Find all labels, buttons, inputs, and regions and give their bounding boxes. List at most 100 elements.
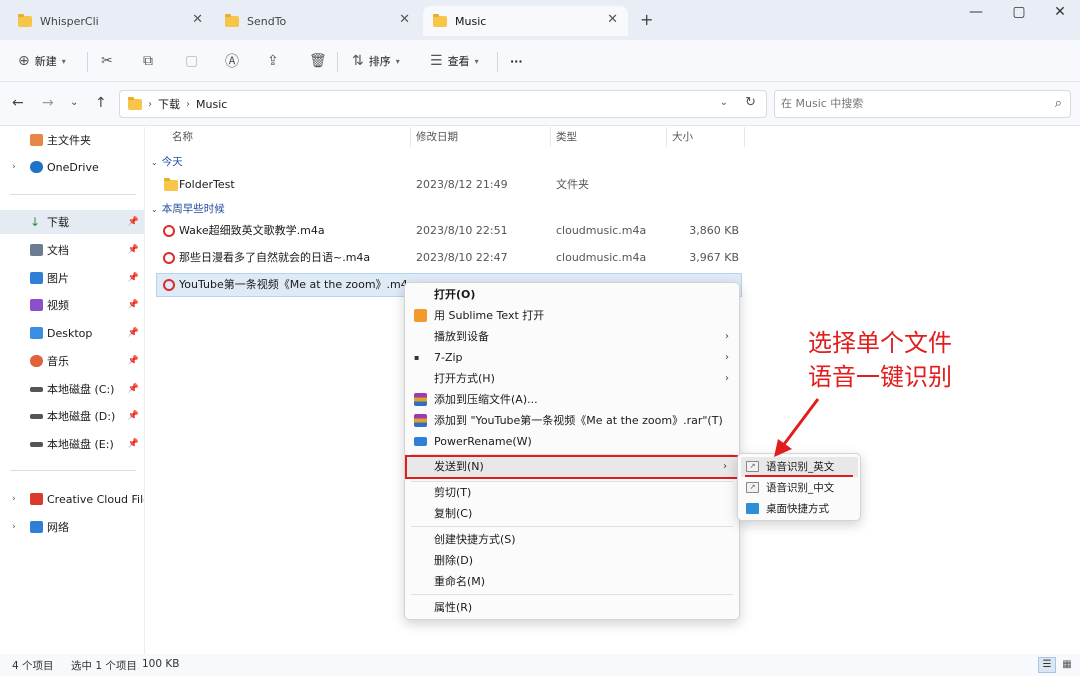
sidebar-item-videos[interactable]: 视频 📌 <box>0 293 144 317</box>
copy-button[interactable]: ⧉ <box>143 48 153 74</box>
picture-icon <box>30 272 43 284</box>
submenu-item-label: 语音识别_中文 <box>766 482 835 494</box>
column-header-modified[interactable]: 修改日期 <box>416 127 458 147</box>
sort-button[interactable]: ⇅ 排序 ▾ <box>352 48 400 74</box>
column-header-type[interactable]: 类型 <box>556 127 577 147</box>
sidebar-item-label: 图片 <box>47 272 69 285</box>
sidebar-item-creative-cloud[interactable]: › Creative Cloud Files <box>0 487 144 511</box>
close-window-button[interactable]: ✕ <box>1050 4 1070 20</box>
sidebar-item-downloads[interactable]: ↓ 下载 📌 <box>0 210 144 234</box>
forward-arrow-icon[interactable]: → <box>42 95 54 111</box>
column-header-name[interactable]: 名称 <box>172 127 193 147</box>
maximize-button[interactable]: ▢ <box>1009 4 1029 20</box>
menu-item-cut[interactable]: 剪切(T) <box>405 482 739 503</box>
sidebar-item-drive-e[interactable]: 本地磁盘 (E:) 📌 <box>0 432 144 456</box>
menu-item-label: PowerRename(W) <box>434 435 532 448</box>
menu-item-properties[interactable]: 属性(R) <box>405 597 739 618</box>
sidebar-item-drive-c[interactable]: 本地磁盘 (C:) 📌 <box>0 377 144 401</box>
download-icon: ↓ <box>30 215 41 229</box>
address-dropdown-icon[interactable]: ⌄ <box>720 97 728 108</box>
more-button[interactable]: ··· <box>510 48 523 74</box>
minimize-button[interactable]: — <box>966 4 986 20</box>
plus-circle-icon: ⊕ <box>18 53 30 69</box>
sidebar-item-drive-d[interactable]: 本地磁盘 (D:) 📌 <box>0 404 144 428</box>
tiles-view-icon[interactable]: ▦ <box>1058 657 1076 673</box>
sidebar-item-label: 主文件夹 <box>47 134 91 147</box>
context-menu: 打开(O) 用 Sublime Text 打开 播放到设备 › ▪ 7-Zip … <box>404 282 740 620</box>
pin-icon: 📌 <box>127 217 139 227</box>
menu-item-open[interactable]: 打开(O) <box>405 284 739 305</box>
netease-music-icon <box>163 279 175 291</box>
menu-item-label: 用 Sublime Text 打开 <box>434 309 545 322</box>
refresh-icon[interactable]: ↻ <box>745 95 756 110</box>
divider <box>411 526 733 527</box>
expand-chevron-icon[interactable]: › <box>12 522 16 532</box>
view-button[interactable]: ☰ 查看 ▾ <box>430 48 479 74</box>
new-tab-button[interactable]: + <box>640 10 653 29</box>
menu-item-create-shortcut[interactable]: 创建快捷方式(S) <box>405 529 739 550</box>
divider <box>87 52 88 72</box>
expand-chevron-icon[interactable]: › <box>12 494 16 504</box>
new-button[interactable]: ⊕ 新建 ▾ <box>18 48 66 74</box>
breadcrumb-chevron-icon: › <box>186 98 190 110</box>
close-tab-icon[interactable]: ✕ <box>607 12 618 27</box>
file-row[interactable]: FolderTest 2023/8/12 21:49 文件夹 <box>156 173 742 197</box>
sidebar-item-label: Creative Cloud Files <box>47 492 144 506</box>
back-arrow-icon[interactable]: ← <box>12 95 24 111</box>
sidebar-item-desktop[interactable]: Desktop 📌 <box>0 321 144 345</box>
sidebar-item-music[interactable]: 音乐 📌 <box>0 349 144 373</box>
menu-item-cast-to-device[interactable]: 播放到设备 › <box>405 326 739 347</box>
menu-item-add-to-archive[interactable]: 添加到压缩文件(A)... <box>405 389 739 410</box>
divider <box>10 194 136 195</box>
tab-music[interactable]: Music ✕ <box>423 6 628 36</box>
file-name: 那些日漫看多了自然就会的日语~.m4a <box>179 251 371 264</box>
menu-item-powerrename[interactable]: PowerRename(W) <box>405 431 739 452</box>
sidebar-item-documents[interactable]: 文档 📌 <box>0 238 144 262</box>
file-type: 文件夹 <box>556 178 589 191</box>
details-view-icon[interactable]: ☰ <box>1038 657 1056 673</box>
close-tab-icon[interactable]: ✕ <box>192 12 203 27</box>
menu-item-delete[interactable]: 删除(D) <box>405 550 739 571</box>
menu-item-send-to[interactable]: 发送到(N) › <box>405 455 739 479</box>
sort-button-label: 排序 <box>368 55 391 68</box>
up-arrow-icon[interactable]: ↑ <box>95 95 107 111</box>
tab-sendto[interactable]: SendTo ✕ <box>215 6 420 36</box>
sidebar-item-network[interactable]: › 网络 <box>0 515 144 539</box>
submenu-chevron-icon: › <box>725 352 729 363</box>
column-header-size[interactable]: 大小 <box>672 127 693 147</box>
submenu-item-speech-english[interactable]: ↗ 语音识别_英文 <box>741 457 858 477</box>
file-modified: 2023/8/12 21:49 <box>416 178 508 191</box>
sidebar-item-onedrive[interactable]: › OneDrive <box>0 155 144 179</box>
menu-item-open-with[interactable]: 打开方式(H) › <box>405 368 739 389</box>
menu-item-label: 7-Zip <box>434 351 463 364</box>
tab-whispercli[interactable]: WhisperCli ✕ <box>8 6 213 36</box>
submenu-item-desktop-shortcut[interactable]: 桌面快捷方式 <box>741 499 858 519</box>
group-header-today[interactable]: ⌄ 今天 <box>151 154 183 169</box>
sidebar-item-home[interactable]: 主文件夹 <box>0 128 144 152</box>
paste-button[interactable]: ▢ <box>185 48 198 74</box>
rename-button[interactable]: Ⓐ <box>225 48 239 74</box>
file-row[interactable]: Wake超细致英文歌教学.m4a 2023/8/10 22:51 cloudmu… <box>156 219 742 243</box>
address-bar[interactable]: › 下载 › Music ⌄ ↻ <box>119 90 767 118</box>
menu-item-7zip[interactable]: ▪ 7-Zip › <box>405 347 739 368</box>
expand-chevron-icon[interactable]: › <box>12 162 16 172</box>
sidebar-item-pictures[interactable]: 图片 📌 <box>0 266 144 290</box>
menu-item-add-to-rar[interactable]: 添加到 "YouTube第一条视频《Me at the zoom》.rar"(T… <box>405 410 739 431</box>
menu-item-open-sublime[interactable]: 用 Sublime Text 打开 <box>405 305 739 326</box>
close-tab-icon[interactable]: ✕ <box>399 12 410 27</box>
delete-button[interactable]: 🗑 <box>309 48 327 74</box>
file-row[interactable]: 那些日漫看多了自然就会的日语~.m4a 2023/8/10 22:47 clou… <box>156 246 742 270</box>
breadcrumb-music[interactable]: Music <box>196 98 227 111</box>
file-modified: 2023/8/10 22:51 <box>416 224 508 237</box>
submenu-item-speech-chinese[interactable]: ↗ 语音识别_中文 <box>741 478 858 498</box>
search-input[interactable]: 在 Music 中搜索 ⌕ <box>774 90 1071 118</box>
menu-item-rename[interactable]: 重命名(M) <box>405 571 739 592</box>
file-name: FolderTest <box>179 178 235 191</box>
group-header-this-week[interactable]: ⌄ 本周早些时候 <box>151 201 225 216</box>
cut-button[interactable]: ✂ <box>101 48 113 74</box>
breadcrumb-downloads[interactable]: 下载 <box>158 96 180 112</box>
netease-music-icon <box>163 252 175 264</box>
share-button[interactable]: ⇪ <box>267 48 279 74</box>
recent-chevron-icon[interactable]: ⌄ <box>70 97 78 108</box>
menu-item-copy[interactable]: 复制(C) <box>405 503 739 524</box>
